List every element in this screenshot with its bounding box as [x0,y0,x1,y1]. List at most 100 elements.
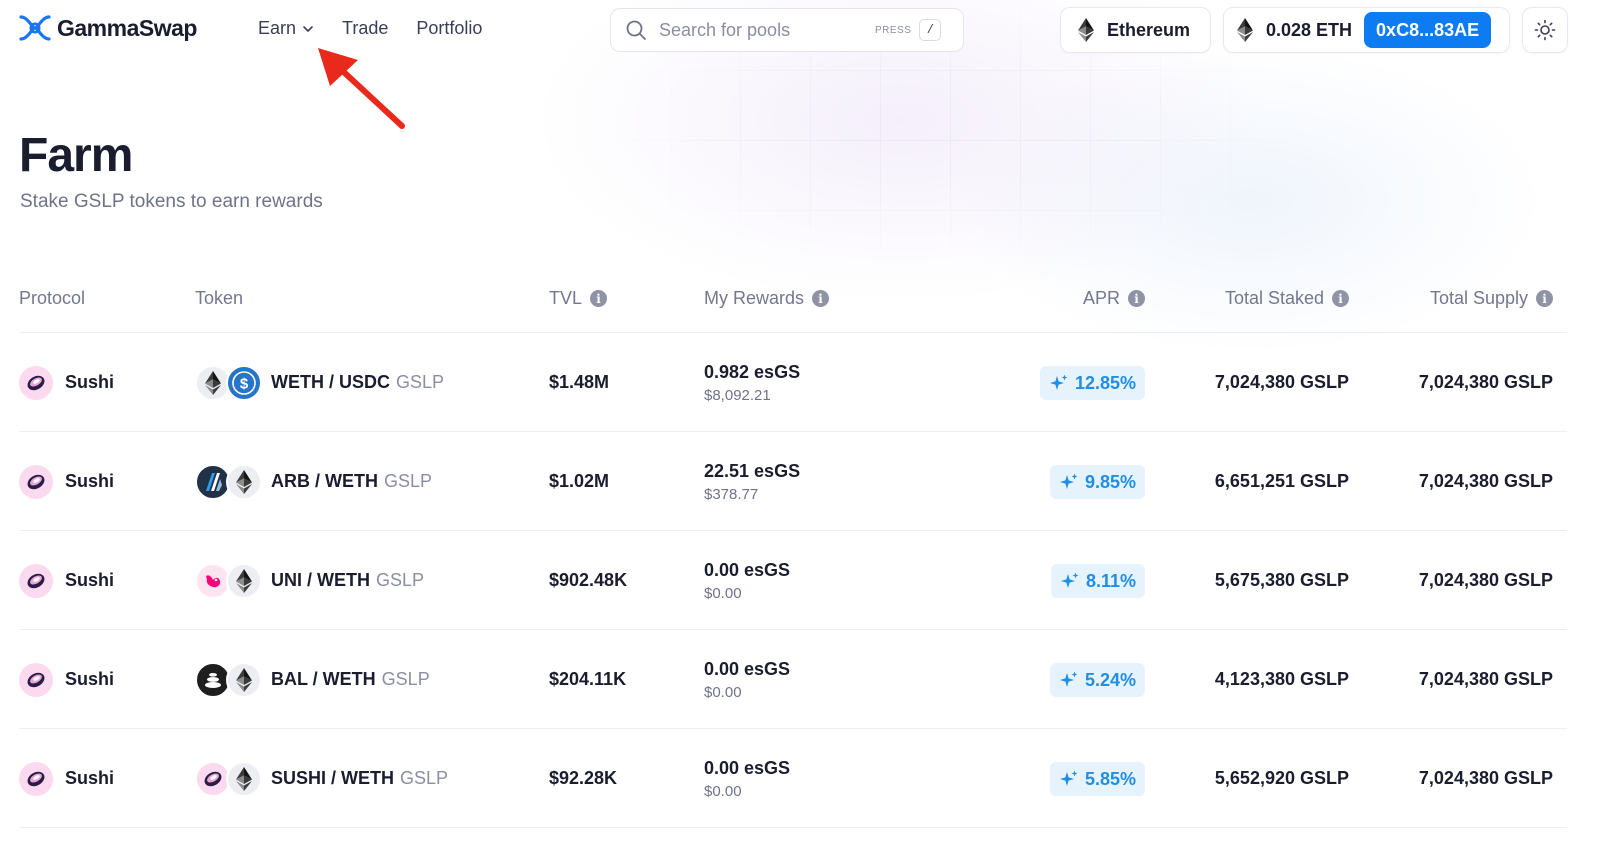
token-cell: BAL / WETH GSLP [195,630,430,729]
tvl-value: $1.48M [549,372,610,392]
ethereum-icon [226,760,262,797]
info-icon[interactable]: i [1128,290,1145,307]
total-staked-value: 7,024,380 GSLP [1214,372,1349,392]
token-pair: UNI / WETH [271,570,370,590]
protocol-name: Sushi [65,372,115,392]
page-title: Farm [19,129,133,182]
total-staked-value: 6,651,251 GSLP [1214,471,1349,491]
token-suffix: GSLP [381,669,430,689]
table-row[interactable]: Sushi ARB / WETH GSLP $1.02M 22.51 esGS … [19,432,1567,531]
rewards-cell: 0.00 esGS $0.00 [704,758,790,800]
apr-badge: 5.24% [1049,663,1145,697]
tvl-value: $204.11K [549,669,627,689]
total-staked-value: 4,123,380 GSLP [1214,669,1349,689]
apr-value: 5.24% [1084,669,1136,690]
column-label: Total Staked [1224,288,1324,308]
shortcut-key: / [919,19,942,41]
tvl-value: $902.48K [549,570,628,590]
sparkle-icon [1059,671,1078,687]
rewards-usd: $8,092.21 [704,387,771,404]
token-suffix: GSLP [396,372,445,392]
token-cell: ARB / WETH GSLP [195,432,432,531]
sushi-icon [19,662,53,697]
ethereum-icon [226,463,262,500]
token-cell: SUSHI / WETH GSLP [195,729,448,828]
token-cell: UNI / WETH GSLP [195,531,424,630]
nav-item-trade-label: Trade [342,18,389,38]
column-label: Total Supply [1429,288,1528,308]
sparkle-icon [1049,374,1068,390]
table-row[interactable]: Sushi SUSHI / WETH GSLP $92.28K 0.00 esG… [19,729,1567,828]
total-supply-value: 7,024,380 GSLP [1418,471,1553,491]
table-row[interactable]: Sushi BAL / WETH GSLP $204.11K 0.00 esGS… [19,630,1567,729]
brand-logo[interactable]: GammaSwap [19,14,197,42]
column-label: APR [1082,288,1120,308]
token-pair-icons [195,760,265,798]
nav-item-earn-label: Earn [258,18,297,38]
total-supply-value: 7,024,380 GSLP [1418,669,1553,689]
total-supply-value: 7,024,380 GSLP [1418,570,1553,590]
rewards-usd: $0.00 [704,783,742,800]
token-cell: $ WETH / USDC GSLP [195,333,444,432]
apr-badge: 12.85% [1039,366,1145,400]
tvl-value: $92.28K [549,768,618,788]
protocol-cell: Sushi [19,729,114,828]
column-header-my-rewards[interactable]: My Rewards i [704,288,830,309]
info-icon[interactable]: i [1332,290,1349,307]
nav-item-trade[interactable]: Trade [342,18,388,39]
main-nav: Earn Trade Portfolio [258,18,510,39]
column-header-total-staked[interactable]: Total Staked i [1225,288,1349,309]
ethereum-icon [1078,18,1094,42]
protocol-cell: Sushi [19,531,114,630]
sun-icon [1534,19,1556,41]
table-row[interactable]: Sushi UNI / WETH GSLP $902.48K 0.00 esGS… [19,531,1567,630]
column-header-token[interactable]: Token [195,288,243,309]
apr-value: 12.85% [1074,372,1136,393]
wallet-address-button[interactable]: 0xC8...83AE [1364,12,1492,48]
wallet-info: 0.028 ETH 0xC8...83AE [1223,7,1510,53]
info-icon[interactable]: i [590,290,608,307]
rewards-usd: $378.77 [704,486,759,503]
sushi-icon [19,761,53,796]
column-label: TVL [549,288,583,308]
column-label: My Rewards [704,288,805,308]
token-pair-icons [195,562,265,600]
apr-value: 9.85% [1084,471,1136,492]
sushi-icon [19,365,53,400]
annotation-arrow [318,48,405,129]
rewards-amount: 0.00 esGS [704,758,791,778]
token-pair-icons: $ [195,364,265,402]
token-suffix: GSLP [376,570,425,590]
rewards-amount: 0.00 esGS [704,659,791,679]
chevron-down-icon [303,25,313,32]
shortcut-hint-label: PRESS [875,24,912,36]
rewards-amount: 0.00 esGS [704,560,791,580]
search-bar[interactable]: PRESS / [610,8,964,52]
nav-item-earn[interactable]: Earn [258,18,314,39]
rewards-amount: 22.51 esGS [704,461,801,481]
network-label: Ethereum [1107,19,1191,40]
nav-item-portfolio[interactable]: Portfolio [416,18,482,39]
token-pair-icons [195,463,265,501]
ethereum-icon [1237,18,1253,42]
search-input[interactable] [659,19,869,41]
table-body: Sushi $ WETH / USDC GSLP $1.48M 0.982 es… [19,333,1567,828]
protocol-name: Sushi [65,471,115,491]
sushi-icon [19,563,53,598]
wallet-balance: 0.028 ETH [1266,19,1353,40]
column-header-protocol[interactable]: Protocol [19,288,85,309]
column-header-tvl[interactable]: TVL i [549,288,608,309]
token-pair: ARB / WETH [271,471,378,491]
column-header-total-supply[interactable]: Total Supply i [1430,288,1553,309]
apr-badge: 9.85% [1049,465,1145,499]
table-row[interactable]: Sushi $ WETH / USDC GSLP $1.48M 0.982 es… [19,333,1567,432]
info-icon[interactable]: i [1536,290,1553,307]
usdc-icon: $ [226,364,262,401]
info-icon[interactable]: i [812,290,830,307]
network-selector[interactable]: Ethereum [1060,7,1211,53]
column-header-apr[interactable]: APR i [1083,288,1145,309]
theme-toggle-button[interactable] [1522,7,1568,53]
ethereum-icon [226,661,262,698]
protocol-name: Sushi [65,768,115,788]
ethereum-icon [226,562,262,599]
